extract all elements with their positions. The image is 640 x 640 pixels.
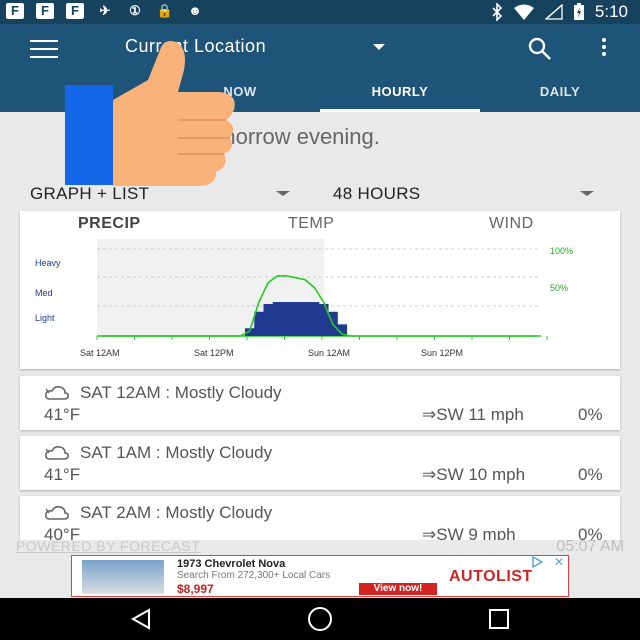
view-mode-dropdown[interactable]: GRAPH + LIST: [30, 184, 149, 204]
precip-chart: Heavy Med Light 100% 50% Sat 12AM Sat 12PM Sun …: [35, 239, 573, 358]
x-tick-label: Sun 12PM: [421, 348, 463, 358]
thumbs-up-icon: [65, 41, 235, 186]
range-dropdown[interactable]: 48 HOURS: [333, 184, 420, 204]
footer: POWERED BY FORECAST 05:07 AM: [0, 538, 640, 556]
x-tick-label: Sun 12AM: [308, 348, 350, 358]
ad-brand-logo[interactable]: AUTOLIST: [449, 568, 533, 586]
recents-icon[interactable]: [488, 608, 510, 630]
row-precip-chance: 0%: [578, 465, 603, 484]
wifi-icon: [513, 4, 534, 20]
tab-daily[interactable]: DAILY: [480, 84, 640, 99]
precip-bar: [309, 302, 320, 336]
row-title: SAT 1AM : Mostly Cloudy: [80, 443, 273, 462]
row-temperature: 41°F: [44, 465, 81, 484]
row-title: SAT 12AM : Mostly Cloudy: [80, 383, 282, 402]
airplane-icon: ✈: [99, 3, 111, 18]
facebook-icon: F: [6, 3, 24, 19]
forecast-row[interactable]: SAT 1AM : Mostly Cloudy 41°F ⇒SW 10 mph 0%: [20, 436, 620, 490]
row-temperature: 41°F: [44, 405, 81, 424]
active-tab-indicator: [320, 109, 480, 112]
more-options-icon[interactable]: [600, 38, 608, 58]
facebook-icon: F: [66, 3, 84, 19]
signal-icon: [544, 4, 563, 20]
search-icon[interactable]: [527, 36, 553, 62]
ad-title[interactable]: 1973 Chevrolet Nova: [177, 558, 285, 570]
status-time: 5:10: [594, 2, 628, 21]
precip-bar: [282, 302, 292, 336]
y-label: Med: [35, 288, 53, 298]
menu-icon[interactable]: [30, 40, 58, 60]
cloud-icon: [45, 386, 69, 400]
chart-tab-temp[interactable]: TEMP: [288, 215, 334, 233]
forecast-list: SAT 12AM : Mostly Cloudy 41°F ⇒SW 11 mph 0%…: [0, 372, 640, 540]
row-wind: ⇒SW 11 mph: [422, 405, 524, 424]
precip-bar: [272, 302, 283, 336]
home-icon[interactable]: [306, 606, 334, 632]
y-label-percent: 50%: [550, 283, 568, 293]
x-tick-label: Sat 12PM: [194, 348, 234, 358]
sync-icon: ①: [129, 3, 141, 18]
facebook-icon: F: [36, 3, 54, 19]
cloud-icon: [45, 446, 69, 460]
back-icon[interactable]: [130, 608, 152, 630]
close-icon[interactable]: ✕: [550, 556, 568, 568]
chart-tab-wind[interactable]: WIND: [489, 215, 534, 233]
y-label: Light: [35, 313, 55, 323]
lock-icon: 🔒: [156, 3, 174, 18]
status-notification-icons: F F F ✈ ① 🔒 ☻: [6, 3, 204, 19]
ad-cta-button[interactable]: View now!: [359, 583, 437, 595]
bluetooth-icon: [492, 3, 503, 21]
ad-car-image[interactable]: [82, 560, 164, 594]
powered-by-link[interactable]: POWERED BY FORECAST: [16, 538, 200, 554]
chevron-down-icon[interactable]: [580, 191, 594, 196]
ad-banner[interactable]: 1973 Chevrolet Nova Search From 272,300+…: [71, 555, 569, 597]
row-precip-chance: 0%: [578, 405, 603, 424]
x-tick-label: Sat 12AM: [80, 348, 120, 358]
forecast-row[interactable]: SAT 12AM : Mostly Cloudy 41°F ⇒SW 11 mph 0%: [20, 376, 620, 430]
ad-subtitle[interactable]: Search From 272,300+ Local Cars: [177, 570, 330, 581]
updated-time: 05:07 AM: [556, 538, 624, 555]
adchoices-icon[interactable]: [527, 556, 547, 568]
status-bar: F F F ✈ ① 🔒 ☻ 5:10: [0, 0, 640, 24]
forecast-row[interactable]: SAT 2AM : Mostly Cloudy 40°F ⇒SW 9 mph 0%: [20, 496, 620, 540]
chevron-down-icon[interactable]: [276, 191, 290, 196]
y-label-percent: 100%: [550, 246, 573, 256]
precip-bar: [263, 303, 274, 336]
cloud-icon: [45, 506, 69, 520]
status-system-icons: 5:10: [491, 2, 628, 22]
row-wind: ⇒SW 10 mph: [422, 465, 526, 484]
chevron-down-icon[interactable]: [373, 44, 385, 50]
precip-bar: [300, 302, 311, 336]
android-icon: ☻: [188, 3, 202, 18]
precip-bar: [291, 302, 301, 336]
battery-icon: [573, 3, 584, 20]
chart-card: Heavy Med Light 100% 50% Sat 12AM Sat 12PM Sun …: [20, 211, 620, 369]
precip-bar: [254, 311, 264, 336]
row-title: SAT 2AM : Mostly Cloudy: [80, 503, 273, 522]
y-label: Heavy: [35, 258, 61, 268]
tab-hourly[interactable]: HOURLY: [320, 84, 480, 99]
ad-price[interactable]: $8,997: [177, 582, 214, 596]
navigation-bar: [0, 598, 640, 640]
chart-tab-precip[interactable]: PRECIP: [78, 215, 141, 233]
